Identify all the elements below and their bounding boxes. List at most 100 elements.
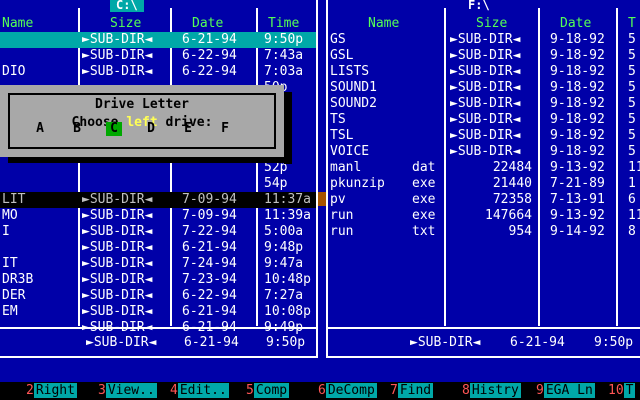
right-status-date: 6-21-94 (510, 335, 565, 350)
file-time: 11:39a (264, 208, 311, 223)
fkey-right[interactable]: 2 Right (26, 383, 77, 399)
file-row[interactable]: EM ►SUB-DIR◄ 6-21-94 10:08p (0, 304, 316, 320)
file-row[interactable]: 54p (0, 176, 316, 192)
drive-a-option[interactable]: A (32, 122, 48, 136)
right-file-panel[interactable]: F:\ Name Size Date T GS ►SUB-DIR◄ 9-18-92 5… (326, 0, 640, 358)
fkey-edit[interactable]: 4 Edit.. (170, 383, 229, 399)
file-size: ►SUB-DIR◄ (82, 272, 153, 287)
file-size: 147664 (485, 208, 532, 223)
file-date: 9-18-92 (550, 128, 605, 143)
fkey-number: 8 (462, 383, 470, 398)
file-time: 9:48p (264, 240, 304, 255)
file-row[interactable]: TS ►SUB-DIR◄ 9-18-92 5 (328, 112, 640, 128)
fkey-number: 2 (26, 383, 34, 398)
file-size: ►SUB-DIR◄ (82, 208, 153, 223)
file-size: ►SUB-DIR◄ (450, 144, 521, 159)
file-size: ►SUB-DIR◄ (450, 80, 521, 95)
drive-b-option[interactable]: B (69, 122, 85, 136)
file-date: 9-18-92 (550, 144, 605, 159)
file-date: 9-13-92 (550, 160, 605, 175)
file-name: VOICE (330, 144, 370, 159)
fkey-comp[interactable]: 5 Comp (246, 383, 290, 399)
file-row[interactable]: GSL ►SUB-DIR◄ 9-18-92 5 (328, 48, 640, 64)
file-name: LIT (2, 192, 26, 207)
file-row[interactable]: GS ►SUB-DIR◄ 9-18-92 5 (328, 32, 640, 48)
file-row[interactable]: ►SUB-DIR◄ 6-21-94 9:50p (0, 32, 316, 48)
file-row[interactable]: DER ►SUB-DIR◄ 6-22-94 7:27a (0, 288, 316, 304)
fkey-number: 4 (170, 383, 178, 398)
file-time: 11 (628, 208, 640, 223)
file-size: ►SUB-DIR◄ (450, 48, 521, 63)
left-header-date: Date (192, 16, 224, 31)
right-status-size: ►SUB-DIR◄ (410, 335, 481, 350)
file-name: TS (330, 112, 346, 127)
file-time: 5 (628, 144, 636, 159)
file-name: run (330, 208, 354, 223)
file-name: DER (2, 288, 26, 303)
file-name: MO (2, 208, 18, 223)
file-size: 21440 (492, 176, 532, 191)
right-header-time: T (628, 16, 636, 31)
file-time: 54p (264, 176, 288, 191)
fkey-decomp[interactable]: 6 DeComp (318, 383, 377, 399)
fkey-find[interactable]: 7 Find (390, 383, 434, 399)
file-row[interactable]: I ►SUB-DIR◄ 7-22-94 5:00a (0, 224, 316, 240)
file-row[interactable]: DR3B ►SUB-DIR◄ 7-23-94 10:48p (0, 272, 316, 288)
file-date: 9-18-92 (550, 32, 605, 47)
file-row[interactable]: run txt 954 9-14-92 8 (328, 224, 640, 240)
file-date: 6-21-94 (182, 240, 237, 255)
file-date: 9-18-92 (550, 96, 605, 111)
file-row[interactable]: pv exe 72358 7-13-91 6 (328, 192, 640, 208)
file-size: ►SUB-DIR◄ (450, 64, 521, 79)
file-time: 7:43a (264, 48, 304, 63)
file-time: 1 (628, 176, 636, 191)
fkey-label: Right (33, 383, 77, 398)
file-date: 7-21-89 (550, 176, 605, 191)
drive-letter-dialog[interactable]: Drive Letter Choose left drive: A B C D E F (0, 85, 284, 157)
fkey-histry[interactable]: 8 Histry (462, 383, 521, 399)
file-extension: exe (412, 176, 436, 191)
fkey-number: 10 (608, 383, 624, 398)
fkey-ega-ln[interactable]: 9 EGA Ln (536, 383, 595, 399)
fkey-t[interactable]: 10 T (608, 383, 636, 399)
file-date: 9-13-92 (550, 208, 605, 223)
drive-e-option[interactable]: E (180, 122, 196, 136)
file-date: 6-22-94 (182, 64, 237, 79)
right-header-date: Date (560, 16, 592, 31)
fkey-label: View.. (105, 383, 157, 398)
file-row[interactable]: ►SUB-DIR◄ 6-21-94 9:48p (0, 240, 316, 256)
file-date: 6-21-94 (182, 304, 237, 319)
file-name: EM (2, 304, 18, 319)
file-row[interactable]: run exe 147664 9-13-92 11 (328, 208, 640, 224)
fkey-label: EGA Ln (543, 383, 595, 398)
file-date: 7-24-94 (182, 256, 237, 271)
drive-d-option[interactable]: D (143, 122, 159, 136)
fkey-view[interactable]: 3 View.. (98, 383, 157, 399)
file-row[interactable]: MO ►SUB-DIR◄ 7-09-94 11:39a (0, 208, 316, 224)
fkey-label: DeComp (325, 383, 377, 398)
file-name: manl (330, 160, 362, 175)
file-row[interactable]: DIO ►SUB-DIR◄ 6-22-94 7:03a (0, 64, 316, 80)
file-extension: dat (412, 160, 436, 175)
file-row[interactable]: LISTS ►SUB-DIR◄ 9-18-92 5 (328, 64, 640, 80)
file-row[interactable]: SOUND2 ►SUB-DIR◄ 9-18-92 5 (328, 96, 640, 112)
right-status-time: 9:50p (594, 335, 634, 350)
file-row[interactable]: TSL ►SUB-DIR◄ 9-18-92 5 (328, 128, 640, 144)
file-name: SOUND1 (330, 80, 377, 95)
file-row[interactable]: SOUND1 ►SUB-DIR◄ 9-18-92 5 (328, 80, 640, 96)
file-time: 9:50p (264, 32, 304, 47)
drive-c-option[interactable]: C (106, 122, 122, 136)
drive-f-option[interactable]: F (217, 122, 233, 136)
file-date: 7-09-94 (182, 208, 237, 223)
file-row[interactable]: IT ►SUB-DIR◄ 7-24-94 9:47a (0, 256, 316, 272)
file-row[interactable]: VOICE ►SUB-DIR◄ 9-18-92 5 (328, 144, 640, 160)
dialog-shadow (8, 157, 292, 163)
file-row[interactable]: manl dat 22484 9-13-92 11 (328, 160, 640, 176)
file-time: 5 (628, 128, 636, 143)
left-status-divider (0, 327, 316, 329)
file-name: SOUND2 (330, 96, 377, 111)
file-row[interactable]: pkunzip exe 21440 7-21-89 1 (328, 176, 640, 192)
file-row[interactable]: LIT ►SUB-DIR◄ 7-09-94 11:37a (0, 192, 316, 208)
file-row[interactable]: ►SUB-DIR◄ 6-22-94 7:43a (0, 48, 316, 64)
left-file-panel[interactable]: C:\ Name Size Date Time ►SUB-DIR◄ 6-21-94… (0, 0, 318, 358)
